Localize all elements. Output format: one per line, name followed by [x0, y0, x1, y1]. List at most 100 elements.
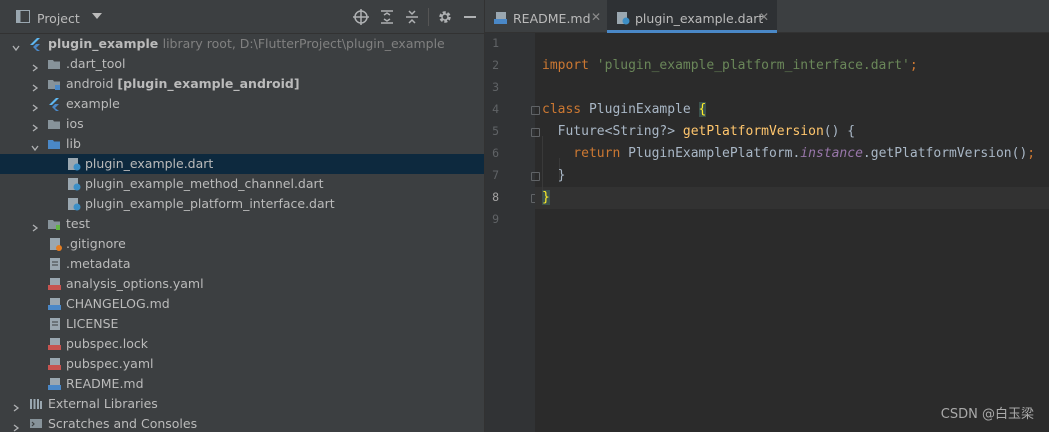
- code-area[interactable]: import 'plugin_example_platform_interfac…: [535, 33, 1049, 432]
- yaml-file-icon: [48, 357, 62, 371]
- toolbar-separator: [428, 8, 429, 26]
- chevron-right-icon[interactable]: [31, 60, 39, 72]
- project-panel-title[interactable]: Project: [37, 11, 80, 26]
- line-number: 9: [492, 212, 499, 226]
- yaml-file-icon: [48, 337, 62, 351]
- chevron-right-icon[interactable]: [31, 80, 39, 92]
- chevron-right-icon[interactable]: [12, 400, 20, 412]
- chevron-right-icon[interactable]: [31, 120, 39, 132]
- tree-item-label: pubspec.yaml: [66, 356, 154, 371]
- dart-file-icon: [67, 197, 81, 211]
- tree-item-pubspec-lock[interactable]: pubspec.lock: [0, 334, 484, 354]
- code-line-4: class PluginExample {: [542, 102, 707, 117]
- line-number-current: 8: [492, 190, 499, 204]
- tab-label: README.md: [513, 11, 591, 26]
- editor-tab-bar: README.md ✕ plugin_example.dart ✕: [485, 0, 1049, 33]
- editor: README.md ✕ plugin_example.dart ✕ 1 2 3 …: [485, 0, 1049, 432]
- tab-plugin-example-dart[interactable]: plugin_example.dart ✕: [607, 0, 777, 33]
- code-line-5: Future<String?> getPlatformVersion() {: [542, 124, 856, 139]
- tree-item-test[interactable]: test: [0, 214, 484, 234]
- tab-readme[interactable]: README.md ✕: [485, 0, 607, 33]
- tree-item-label: lib: [66, 136, 81, 151]
- library-icon: [29, 397, 43, 411]
- crosshair-icon[interactable]: [353, 9, 369, 25]
- tree-item-label: .metadata: [66, 256, 131, 271]
- tree-item-readme[interactable]: README.md: [0, 374, 484, 394]
- folder-icon: [47, 117, 61, 131]
- line-number: 6: [492, 146, 499, 160]
- dart-file-icon: [67, 177, 81, 191]
- tree-item-plugin-example-dart[interactable]: plugin_example.dart: [0, 154, 484, 174]
- tree-item-label: android: [66, 76, 114, 91]
- tree-item-android[interactable]: android [plugin_example_android]: [0, 74, 484, 94]
- tree-item-label: README.md: [66, 376, 144, 391]
- module-folder-icon: [47, 77, 61, 91]
- line-number-gutter[interactable]: 1 2 3 4 5 6 7 8 9: [485, 33, 540, 432]
- tree-item-platform-interface-dart[interactable]: plugin_example_platform_interface.dart: [0, 194, 484, 214]
- chevron-down-icon[interactable]: [31, 140, 39, 152]
- yaml-file-icon: [48, 277, 62, 291]
- tree-item-label: pubspec.lock: [66, 336, 149, 351]
- close-icon[interactable]: ✕: [591, 10, 601, 24]
- expand-all-icon[interactable]: [379, 9, 395, 25]
- tree-item-label: plugin_example_platform_interface.dart: [85, 196, 335, 211]
- chevron-right-icon[interactable]: [12, 420, 20, 432]
- line-number: 3: [492, 80, 499, 94]
- text-file-icon: [48, 317, 62, 331]
- tree-item-label: test: [66, 216, 91, 231]
- chevron-down-icon[interactable]: [92, 13, 102, 19]
- tree-item-method-channel-dart[interactable]: plugin_example_method_channel.dart: [0, 174, 484, 194]
- hide-icon[interactable]: [462, 9, 478, 25]
- chevron-right-icon[interactable]: [31, 220, 39, 232]
- line-number: 7: [492, 168, 499, 182]
- markdown-file-icon: [48, 377, 62, 391]
- tree-item-label: plugin_example.dart: [85, 156, 214, 171]
- watermark: CSDN @白玉梁: [940, 407, 1034, 422]
- tree-item-label: External Libraries: [48, 396, 158, 411]
- tree-item-gitignore[interactable]: .gitignore: [0, 234, 484, 254]
- tree-item-metadata[interactable]: .metadata: [0, 254, 484, 274]
- tree-item-label: ios: [66, 116, 84, 131]
- code-line-6: return PluginExamplePlatform.instance.ge…: [542, 146, 1036, 161]
- text-file-icon: [48, 257, 62, 271]
- root-label: plugin_example: [48, 36, 159, 51]
- code-line-8: }: [542, 190, 550, 205]
- tree-item-pubspec-yaml[interactable]: pubspec.yaml: [0, 354, 484, 374]
- tree-item-analysis-options[interactable]: analysis_options.yaml: [0, 274, 484, 294]
- root-hint: library root, D:\FlutterProject\plugin_e…: [162, 36, 445, 51]
- dart-file-icon: [67, 157, 81, 171]
- tree-item-label: analysis_options.yaml: [66, 276, 204, 291]
- tree-item-lib[interactable]: lib: [0, 134, 484, 154]
- flutter-icon: [47, 97, 61, 111]
- project-panel: Project plugin_example library root, D:\…: [0, 0, 484, 432]
- chevron-right-icon[interactable]: [31, 100, 39, 112]
- module-name: [plugin_example_android]: [117, 76, 300, 91]
- line-number: 4: [492, 102, 499, 116]
- tree-item-example[interactable]: example: [0, 94, 484, 114]
- line-number: 5: [492, 124, 499, 138]
- flutter-icon: [28, 37, 42, 51]
- chevron-down-icon[interactable]: [12, 40, 20, 52]
- tree-item-label: LICENSE: [66, 316, 119, 331]
- test-folder-icon: [47, 217, 61, 231]
- dart-file-icon: [616, 11, 630, 25]
- markdown-file-icon: [494, 11, 508, 25]
- tree-item-external-libraries[interactable]: External Libraries: [0, 394, 484, 414]
- gitignore-file-icon: [48, 237, 62, 251]
- tree-item-changelog[interactable]: CHANGELOG.md: [0, 294, 484, 314]
- tree-item-ios[interactable]: ios: [0, 114, 484, 134]
- markdown-file-icon: [48, 297, 62, 311]
- collapse-all-icon[interactable]: [404, 9, 420, 25]
- line-number: 1: [492, 36, 499, 50]
- code-line-2: import 'plugin_example_platform_interfac…: [542, 58, 918, 73]
- gear-icon[interactable]: [437, 9, 453, 25]
- tree-item-scratches[interactable]: Scratches and Consoles: [0, 414, 484, 432]
- tree-item-root[interactable]: plugin_example library root, D:\FlutterP…: [0, 34, 484, 54]
- scratches-icon: [29, 417, 43, 431]
- tree-item-license[interactable]: LICENSE: [0, 314, 484, 334]
- tree-item-label: .dart_tool: [66, 56, 126, 71]
- tree-item-label: example: [66, 96, 120, 111]
- close-icon[interactable]: ✕: [759, 10, 769, 24]
- tree-item-dart-tool[interactable]: .dart_tool: [0, 54, 484, 74]
- code-line-7: }: [542, 168, 566, 183]
